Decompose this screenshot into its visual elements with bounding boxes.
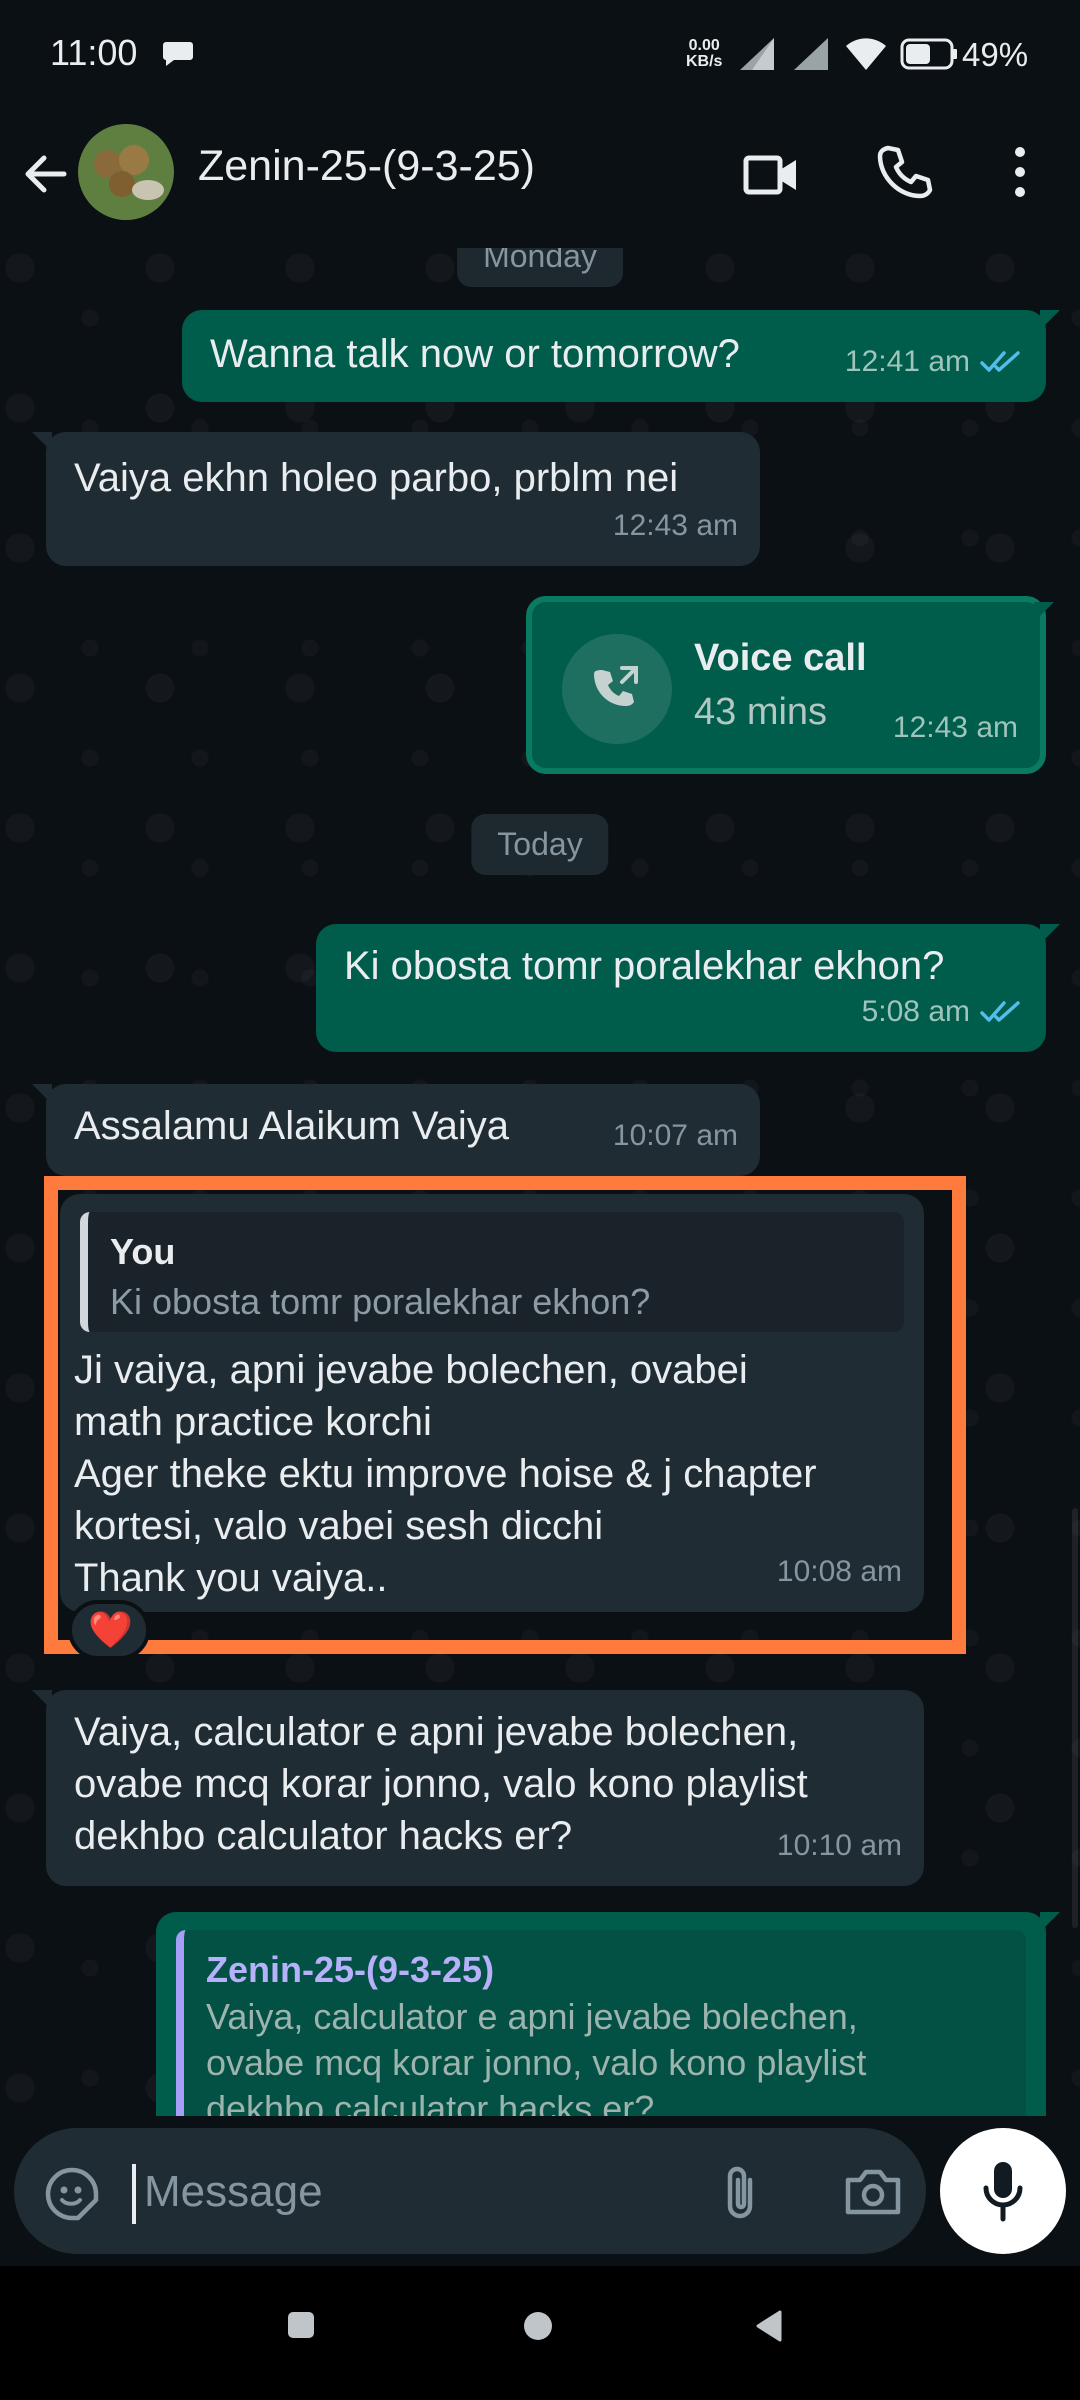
emoji-sticker-icon[interactable]: [44, 2166, 100, 2222]
day-chip-monday: Monday: [457, 248, 623, 287]
text-caret: [132, 2164, 136, 2224]
message-meta: 10:07 am: [613, 1110, 738, 1162]
contact-avatar[interactable]: [78, 124, 174, 220]
mic-button[interactable]: [940, 2128, 1066, 2254]
back-arrow-icon[interactable]: [20, 148, 72, 200]
message-time: 5:08 am: [861, 995, 970, 1028]
read-ticks-icon: [980, 1001, 1020, 1022]
chat-notification-icon: [163, 42, 193, 66]
message-outgoing[interactable]: Ki obosta tomr poralekhar ekhon? 5:08 am: [316, 924, 1060, 1052]
day-chip-today: Today: [471, 814, 609, 875]
voice-call-icon-circle: [562, 634, 672, 744]
outgoing-call-icon: [594, 666, 638, 706]
status-time: 11:00: [50, 32, 138, 73]
signal-icon: [740, 38, 774, 70]
message-time: 12:43 am: [892, 711, 1018, 744]
message-text: Vaiya ekhn holeo parbo, prblm nei: [74, 456, 679, 500]
message-meta: 12:43 am: [893, 702, 1018, 754]
message-time: 12:41 am: [844, 345, 970, 378]
more-vert-icon[interactable]: [1000, 140, 1040, 204]
attach-icon[interactable]: [714, 2162, 770, 2224]
network-speed-unit: KB/s: [686, 53, 723, 70]
network-speed-value: 0.00: [688, 37, 720, 54]
signal-2-icon: [794, 38, 828, 70]
voice-call-duration: 43 mins: [694, 691, 828, 733]
message-reaction[interactable]: ❤️: [68, 1600, 150, 1660]
home-circle-icon[interactable]: [522, 2310, 554, 2342]
message-incoming[interactable]: Vaiya, calculator e apni jevabe bolechen…: [32, 1690, 924, 1886]
message-outgoing-reply[interactable]: Zenin-25-(9-3-25) Vaiya, calculator e ap…: [156, 1912, 1060, 2116]
system-nav-bar: [0, 2266, 1080, 2400]
voice-call-title: Voice call: [694, 637, 867, 679]
message-input-pill[interactable]: [14, 2128, 926, 2254]
message-time: 10:07 am: [612, 1119, 738, 1152]
quoted-author: Zenin-25-(9-3-25): [206, 1949, 495, 1990]
quoted-message[interactable]: You Ki obosta tomr poralekhar ekhon?: [80, 1212, 904, 1332]
read-ticks-icon: [980, 351, 1020, 372]
message-text: Ji vaiya, apni jevabe bolechen, ovabei m…: [74, 1348, 817, 1600]
message-time: 12:43 am: [612, 509, 738, 542]
message-input[interactable]: [144, 2154, 704, 2230]
message-time: 10:10 am: [776, 1829, 902, 1862]
message-outgoing[interactable]: Wanna talk now or tomorrow? 12:41 am: [182, 310, 1060, 402]
phone-call-icon[interactable]: [874, 142, 934, 202]
message-incoming[interactable]: Assalamu Alaikum Vaiya 10:07 am: [32, 1084, 760, 1176]
quoted-text: Vaiya, calculator e apni jevabe bolechen…: [206, 1996, 867, 2116]
message-incoming-reply[interactable]: You Ki obosta tomr poralekhar ekhon? Ji …: [60, 1194, 924, 1612]
chat-header: Zenin-25-(9-3-25): [0, 110, 1080, 248]
message-incoming[interactable]: Vaiya ekhn holeo parbo, prblm nei 12:43 …: [32, 432, 760, 566]
battery-percent: 49%: [962, 36, 1029, 73]
scrollbar[interactable]: [1072, 1508, 1078, 1928]
message-time: 10:08 am: [776, 1555, 902, 1588]
battery-icon: [900, 38, 957, 70]
recents-square-icon[interactable]: [286, 2310, 316, 2340]
quoted-text: Ki obosta tomr poralekhar ekhon?: [110, 1281, 651, 1322]
message-text: Assalamu Alaikum Vaiya: [74, 1104, 509, 1148]
network-speed: 0.00 KB/s: [686, 38, 722, 70]
video-call-icon[interactable]: [740, 144, 802, 206]
message-meta: 10:08 am: [777, 1546, 902, 1598]
status-bar: 11:00 0.00 KB/s 49%: [0, 0, 1080, 110]
message-meta: 12:43 am: [613, 500, 738, 552]
message-text: Vaiya, calculator e apni jevabe bolechen…: [74, 1710, 808, 1858]
reaction-emoji: ❤️: [88, 1609, 133, 1650]
message-meta: 10:10 am: [777, 1820, 902, 1872]
message-meta: 5:08 am: [862, 986, 1024, 1038]
quoted-author: You: [110, 1231, 176, 1272]
voice-call-bubble[interactable]: Voice call 43 mins 12:43 am: [526, 596, 1054, 774]
message-text: Ki obosta tomr poralekhar ekhon?: [344, 944, 945, 988]
mic-icon: [983, 2162, 1023, 2222]
quoted-message[interactable]: Zenin-25-(9-3-25) Vaiya, calculator e ap…: [176, 1930, 1026, 2116]
message-composer: [0, 2116, 1080, 2266]
wifi-icon: [846, 38, 886, 70]
chat-thread[interactable]: Monday Wanna talk now or tomorrow? 12:41…: [0, 248, 1080, 2116]
message-meta: 12:41 am: [845, 336, 1024, 388]
back-triangle-icon[interactable]: [754, 2310, 784, 2342]
message-text: Wanna talk now or tomorrow?: [210, 332, 740, 376]
contact-name[interactable]: Zenin-25-(9-3-25): [198, 142, 535, 191]
camera-icon[interactable]: [842, 2164, 904, 2220]
avatar-photo-icon: [78, 124, 174, 220]
